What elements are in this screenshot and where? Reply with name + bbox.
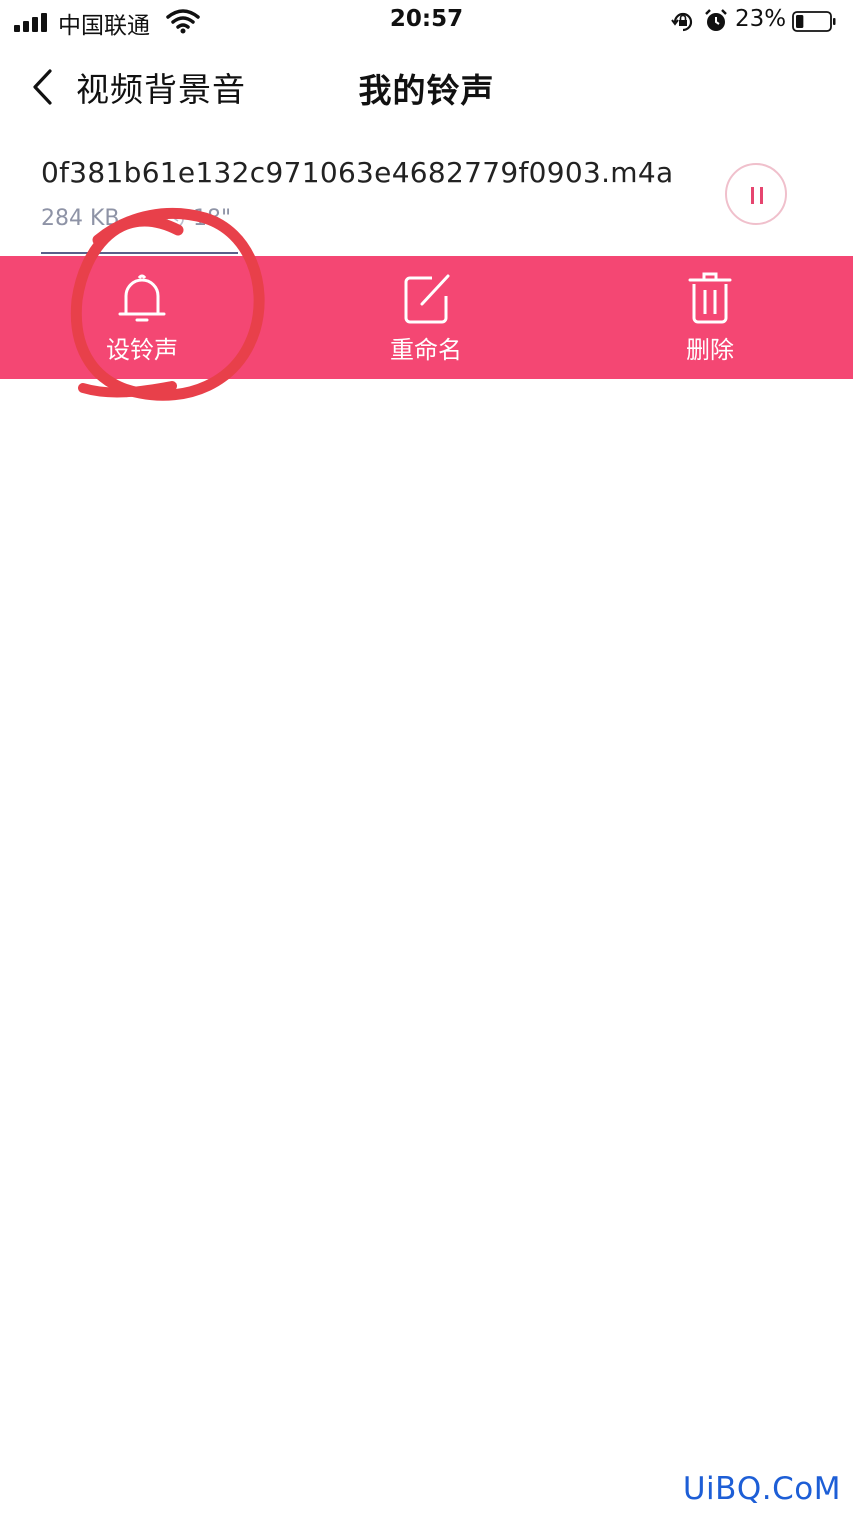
watermark: UiBQ.CoM — [682, 1471, 841, 1507]
battery-percent: 23% — [735, 6, 787, 32]
rotation-lock-icon — [671, 12, 693, 32]
status-bar: 中国联通 20:57 23% — [0, 0, 853, 44]
delete-button[interactable]: 删除 — [610, 256, 810, 379]
progress-underline — [41, 252, 238, 254]
ringtone-meta: 284 KB 18" — [41, 206, 231, 231]
delete-label: 删除 — [686, 336, 734, 364]
alarm-icon — [705, 9, 727, 31]
pause-button[interactable] — [725, 163, 787, 225]
page-title: 我的铃声 — [358, 71, 495, 110]
file-size: 284 KB — [41, 206, 120, 231]
screen: 中国联通 20:57 23% 视频背景音 我的铃声 0f381b61e132c9… — [0, 0, 853, 1517]
action-bar: 设铃声 重命名 删除 — [0, 256, 853, 379]
edit-icon — [404, 274, 450, 324]
trash-icon — [688, 272, 732, 324]
bell-icon — [118, 274, 166, 322]
rename-label: 重命名 — [390, 336, 462, 364]
clock-icon — [166, 209, 184, 228]
set-ringtone-button[interactable]: 设铃声 — [42, 256, 242, 379]
rename-button[interactable]: 重命名 — [326, 256, 526, 379]
ringtone-file-name: 0f381b61e132c971063e4682779f0903.m4a — [41, 156, 674, 189]
battery-icon — [792, 11, 836, 32]
set-ringtone-label: 设铃声 — [106, 336, 178, 364]
file-duration: 18" — [193, 206, 232, 231]
